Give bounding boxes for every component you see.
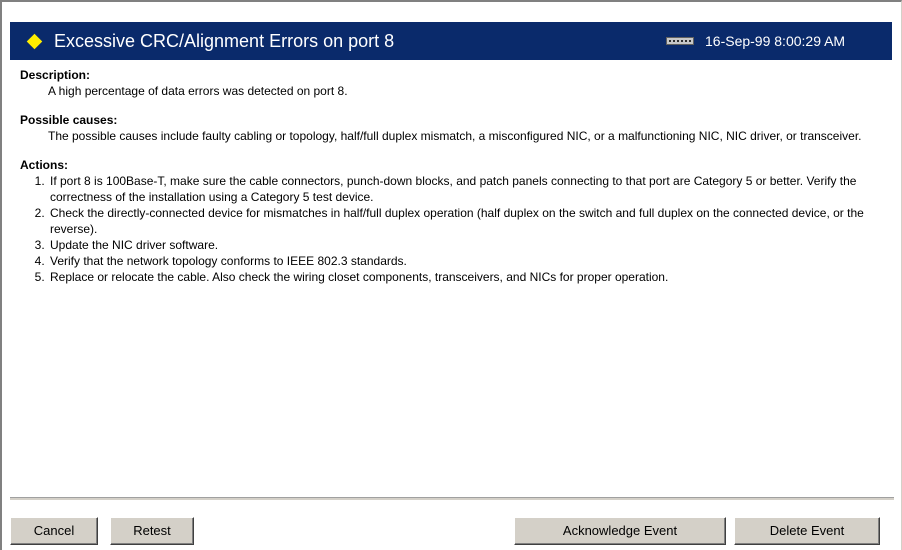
actions-heading: Actions: [20,158,68,172]
causes-heading: Possible causes: [20,113,118,127]
description-section: Description: A high percentage of data e… [20,68,890,99]
actions-section: Actions: If port 8 is 100Base-T, make su… [20,158,890,285]
causes-section: Possible causes: The possible causes inc… [20,113,890,144]
causes-text: The possible causes include faulty cabli… [48,129,862,143]
acknowledge-event-button[interactable]: Acknowledge Event [514,517,726,545]
alert-diamond-icon [26,33,43,50]
description-heading: Description: [20,68,91,82]
footer-divider [10,497,894,501]
network-device-icon [666,37,694,45]
action-item: Replace or relocate the cable. Also chec… [48,269,890,285]
actions-list: If port 8 is 100Base-T, make sure the ca… [20,173,890,285]
action-item: Update the NIC driver software. [48,237,890,253]
action-item: If port 8 is 100Base-T, make sure the ca… [48,173,890,205]
action-item: Check the directly-connected device for … [48,205,890,237]
delete-event-button[interactable]: Delete Event [734,517,880,545]
action-item: Verify that the network topology conform… [48,253,890,269]
event-header: Excessive CRC/Alignment Errors on port 8… [10,22,892,60]
event-timestamp: 16-Sep-99 8:00:29 AM [705,33,846,49]
event-detail-window: Excessive CRC/Alignment Errors on port 8… [0,0,902,550]
event-title: Excessive CRC/Alignment Errors on port 8 [54,31,395,51]
description-text: A high percentage of data errors was det… [48,84,348,98]
event-content: Description: A high percentage of data e… [20,68,890,299]
retest-button[interactable]: Retest [110,517,194,545]
cancel-button[interactable]: Cancel [10,517,98,545]
